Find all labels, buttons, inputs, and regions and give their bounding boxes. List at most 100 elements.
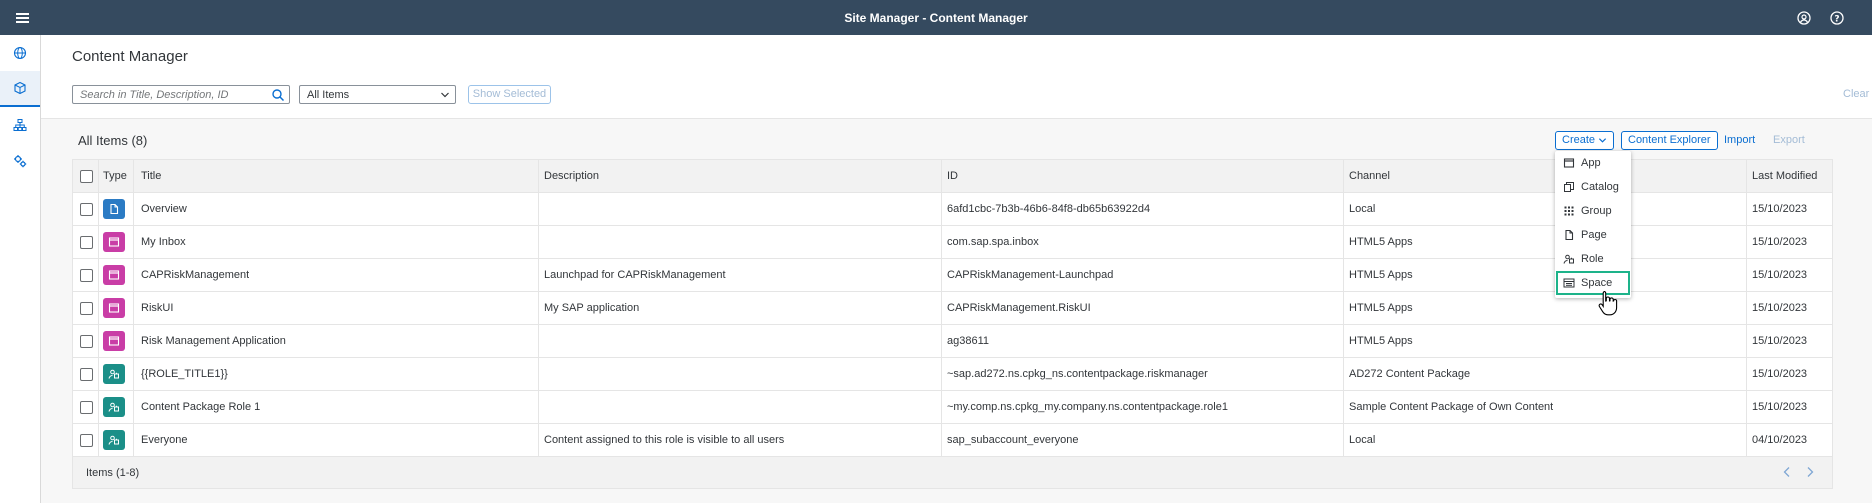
shell-title: Site Manager - Content Manager [844, 11, 1028, 25]
cell-id: ag38611 [947, 335, 990, 347]
table-row[interactable]: {{ROLE_TITLE1}} ~sap.ad272.ns.cpkg_ns.con… [73, 358, 1832, 391]
cell-channel: HTML5 Apps [1349, 236, 1413, 248]
sidebar-item-content-manager[interactable] [0, 71, 40, 107]
role-icon [103, 430, 125, 450]
cell-id: 6afd1cbc-7b3b-46b6-84f8-db65b63922d4 [947, 203, 1151, 215]
cell-description: Content assigned to this role is visible… [544, 434, 785, 446]
cell-channel: AD272 Content Package [1349, 368, 1471, 380]
app-icon [1563, 157, 1575, 169]
page-icon [103, 199, 125, 219]
column-header-id[interactable]: ID [947, 160, 958, 192]
chevron-down-icon [1598, 138, 1607, 143]
app-icon [103, 265, 125, 285]
menu-item-label: Group [1581, 205, 1612, 217]
cell-title: Risk Management Application [141, 335, 286, 347]
shell-bar: Site Manager - Content Manager ? [0, 0, 1872, 35]
menu-item-label: Catalog [1581, 181, 1619, 193]
cell-title: Overview [141, 203, 187, 215]
cell-channel: HTML5 Apps [1349, 335, 1413, 347]
sidebar-item-channel-manager[interactable] [0, 107, 40, 143]
table-row[interactable]: Risk Management Application ag38611 HTML5 … [73, 325, 1832, 358]
row-checkbox[interactable] [80, 302, 93, 315]
menu-item-label: App [1581, 157, 1601, 169]
search-field[interactable] [72, 85, 290, 104]
cell-last-modified: 15/10/2023 [1752, 203, 1808, 215]
cell-title: Content Package Role 1 [141, 401, 261, 413]
space-icon [1563, 277, 1575, 289]
cell-id: CAPRiskManagement-Launchpad [947, 269, 1114, 281]
column-header-last-modified[interactable]: Last Modified [1752, 160, 1817, 192]
cell-title: Everyone [141, 434, 188, 446]
group-icon [1563, 205, 1575, 217]
hierarchy-icon [13, 119, 27, 131]
row-checkbox[interactable] [80, 269, 93, 282]
row-checkbox[interactable] [80, 368, 93, 381]
gears-icon [14, 155, 27, 168]
import-button[interactable]: Import [1724, 134, 1755, 146]
items-range-label: Items (1-8) [86, 467, 140, 479]
cell-last-modified: 15/10/2023 [1752, 302, 1808, 314]
app-icon [103, 331, 125, 351]
create-menu-item-catalog[interactable]: Catalog [1556, 175, 1630, 199]
cell-channel: Sample Content Package of Own Content [1349, 401, 1554, 413]
cell-last-modified: 15/10/2023 [1752, 401, 1808, 413]
user-profile-icon[interactable] [1796, 10, 1812, 26]
column-header-channel[interactable]: Channel [1349, 160, 1390, 192]
menu-item-label: Page [1581, 229, 1607, 241]
hand-cursor-icon [1598, 290, 1618, 316]
menu-item-label: Role [1581, 253, 1604, 265]
cell-title: RiskUI [141, 302, 174, 314]
row-checkbox[interactable] [80, 335, 93, 348]
show-selected-button[interactable]: Show Selected [468, 85, 551, 104]
cell-last-modified: 15/10/2023 [1752, 368, 1808, 380]
create-menu-item-app[interactable]: App [1556, 151, 1630, 175]
items-filter-select[interactable]: All Items [299, 85, 456, 104]
cell-last-modified: 15/10/2023 [1752, 269, 1808, 281]
chevron-down-icon [441, 92, 449, 98]
sidebar-item-settings[interactable] [0, 143, 40, 179]
export-button[interactable]: Export [1773, 134, 1805, 146]
row-checkbox[interactable] [80, 236, 93, 249]
search-input[interactable] [80, 87, 265, 102]
chevron-right-icon[interactable] [1804, 466, 1816, 478]
create-button-label: Create [1562, 134, 1596, 146]
cube-icon [14, 81, 26, 95]
catalog-icon [1563, 181, 1575, 193]
cell-channel: HTML5 Apps [1349, 302, 1413, 314]
cell-id: com.sap.spa.inbox [947, 236, 1039, 248]
column-header-description[interactable]: Description [544, 160, 599, 192]
column-header-title[interactable]: Title [141, 160, 161, 192]
cell-title: {{ROLE_TITLE1}} [141, 368, 228, 380]
create-menu-item-page[interactable]: Page [1556, 223, 1630, 247]
sidebar-item-sites[interactable] [0, 35, 40, 71]
cell-description: Launchpad for CAPRiskManagement [544, 269, 726, 281]
row-checkbox[interactable] [80, 401, 93, 414]
table-row[interactable]: Everyone Content assigned to this role is… [73, 424, 1832, 457]
create-menu-item-role[interactable]: Role [1556, 247, 1630, 271]
cell-id: sap_subaccount_everyone [947, 434, 1079, 446]
cell-channel: Local [1349, 434, 1376, 446]
chevron-left-icon[interactable] [1781, 466, 1793, 478]
cell-id: CAPRiskManagement.RiskUI [947, 302, 1091, 314]
row-checkbox[interactable] [80, 434, 93, 447]
column-header-type[interactable]: Type [103, 160, 127, 192]
menu-item-label: Space [1581, 277, 1613, 289]
table-footer: Items (1-8) [73, 457, 1832, 488]
clear-button[interactable]: Clear [1843, 88, 1869, 100]
cell-id: ~sap.ad272.ns.cpkg_ns.contentpackage.ris… [947, 368, 1208, 380]
create-menu-item-group[interactable]: Group [1556, 199, 1630, 223]
cell-last-modified: 15/10/2023 [1752, 335, 1808, 347]
select-all-checkbox[interactable] [80, 170, 93, 183]
globe-icon [13, 46, 27, 60]
role-icon [1563, 253, 1575, 265]
search-icon[interactable] [271, 88, 285, 102]
create-button[interactable]: Create [1555, 131, 1614, 150]
app-icon [103, 298, 125, 318]
table-row[interactable]: Content Package Role 1 ~my.comp.ns.cpkg_m… [73, 391, 1832, 424]
create-menu: App Catalog Group Page Role Space [1555, 151, 1631, 298]
page-title: Content Manager [72, 48, 188, 65]
content-explorer-button[interactable]: Content Explorer [1621, 131, 1718, 150]
help-icon[interactable]: ? [1829, 10, 1845, 26]
select-value: All Items [307, 89, 350, 101]
row-checkbox[interactable] [80, 203, 93, 216]
